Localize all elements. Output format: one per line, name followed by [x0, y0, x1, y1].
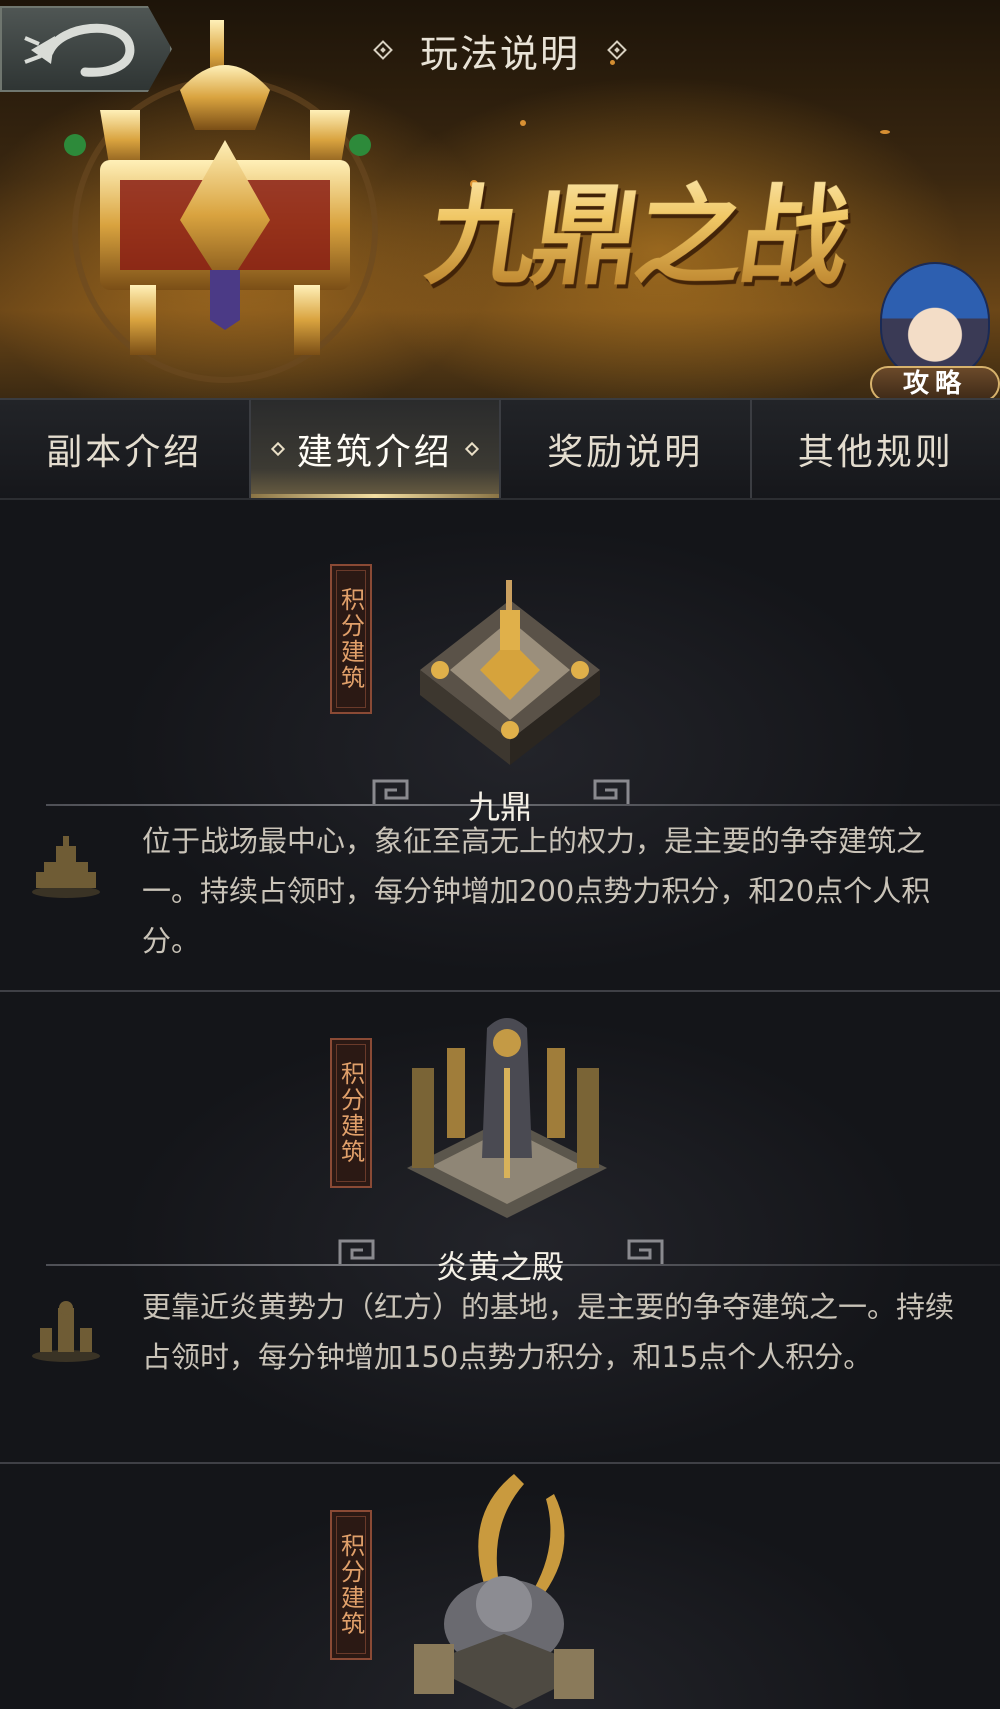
strategy-guide-button[interactable]: 攻略: [870, 262, 1000, 398]
beast-shrine-building-image: [414, 1474, 594, 1709]
tab-building-intro[interactable]: 建筑介绍: [250, 400, 501, 498]
score-building-tag: 积分建筑: [330, 1510, 372, 1660]
yanhuang-hall-building-image: [407, 1018, 607, 1218]
score-building-tag: 积分建筑: [330, 564, 372, 714]
page-title: 玩法说明: [419, 31, 580, 76]
building-description: 位于战场最中心，象征至高无上的权力，是主要的争夺建筑之一。持续占领时，每分钟增加…: [142, 824, 931, 958]
tab-other-rules[interactable]: 其他规则: [752, 400, 1000, 498]
building-card: 积分建筑 炎黄之殿 更靠近炎黄势力（红方）的基地，是主要的争夺建筑之一。持续占领…: [0, 992, 1000, 1464]
strategy-guide-label: 攻略: [870, 366, 1000, 398]
tab-bar: 副本介绍 建筑介绍 奖励说明 其他规则: [0, 398, 1000, 500]
diamond-ornament-icon: [464, 441, 479, 457]
advisor-avatar: [880, 262, 990, 380]
diamond-ornament-icon: [607, 40, 627, 60]
tab-label: 其他规则: [797, 432, 954, 473]
tab-label: 副本介绍: [46, 432, 203, 473]
nine-cauldron-building-image: [420, 580, 600, 765]
building-card: 积分建筑 九鼎 位于战场最中心，象征至高无上的权力，是主要的争夺建筑之一。持续占…: [0, 500, 1000, 992]
back-button[interactable]: [0, 6, 172, 92]
building-description: 更靠近炎黄势力（红方）的基地，是主要的争夺建筑之一。持续占领时，每分钟增加150…: [142, 1290, 955, 1374]
diamond-ornament-icon: [373, 40, 393, 60]
dragon-back-arrow-icon: [24, 23, 135, 77]
score-building-tag: 积分建筑: [330, 1038, 372, 1188]
header-banner: 玩法说明 九鼎之战 攻略: [0, 0, 1000, 398]
diamond-ornament-icon: [270, 441, 285, 457]
building-silhouette-icon: [32, 1301, 100, 1362]
tab-reward-info[interactable]: 奖励说明: [501, 400, 752, 498]
tab-dungeon-intro[interactable]: 副本介绍: [0, 400, 251, 498]
page-title-bar: 玩法说明: [330, 22, 670, 78]
event-logo: 九鼎之战: [419, 150, 900, 300]
tab-label: 奖励说明: [547, 432, 704, 473]
building-list[interactable]: 积分建筑 九鼎 位于战场最中心，象征至高无上的权力，是主要的争夺建筑之一。持续占…: [0, 500, 1000, 1709]
ember-particle: [520, 120, 526, 126]
building-card: 积分建筑: [0, 1464, 1000, 1709]
tab-label: 建筑介绍: [296, 432, 453, 473]
building-silhouette-icon: [32, 836, 100, 898]
ember-particle: [880, 130, 890, 134]
